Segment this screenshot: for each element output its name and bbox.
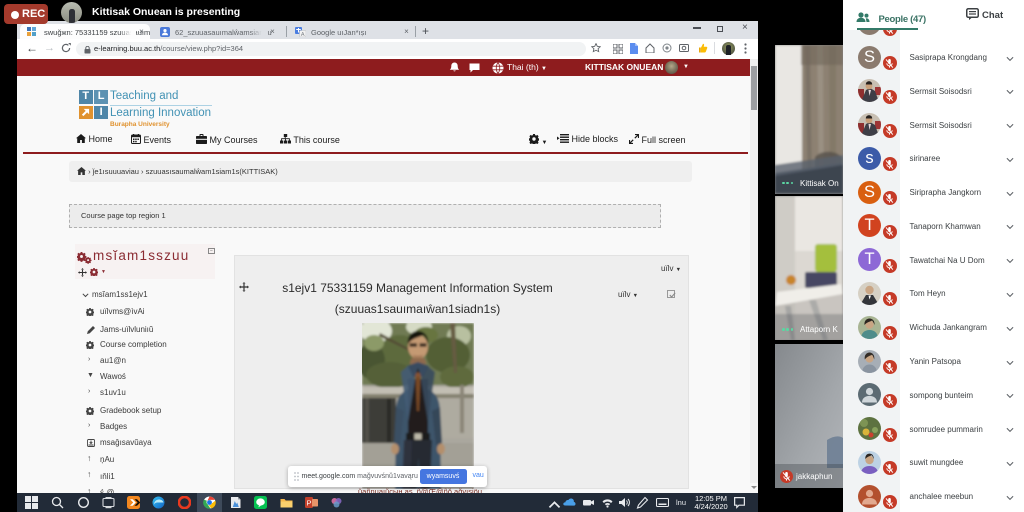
svg-text:A: A (301, 31, 305, 36)
svg-text:P: P (306, 499, 311, 508)
